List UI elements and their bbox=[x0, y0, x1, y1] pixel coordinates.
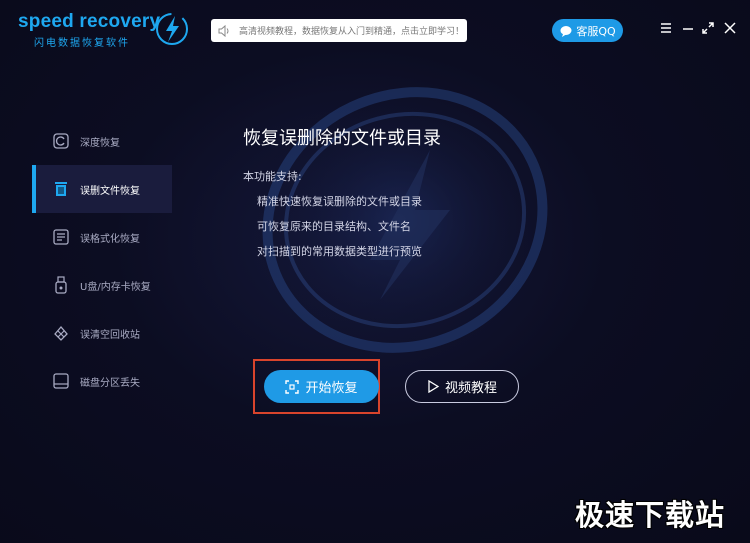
sidebar-item-format-recovery[interactable]: 误格式化恢复 bbox=[32, 213, 172, 261]
feature-item: 精准快速恢复误删除的文件或目录 bbox=[257, 195, 422, 208]
usb-icon bbox=[55, 276, 67, 294]
trash-icon bbox=[55, 182, 67, 196]
deep-scan-icon bbox=[53, 133, 69, 149]
chat-bubble-icon bbox=[560, 25, 572, 37]
play-icon bbox=[428, 380, 439, 393]
sidebar-item-label: 深度恢复 bbox=[80, 137, 120, 149]
qq-label: 客服QQ bbox=[576, 24, 616, 38]
sidebar-item-label: 误清空回收站 bbox=[80, 329, 140, 341]
sidebar-item-label: 误格式化恢复 bbox=[80, 233, 140, 245]
scan-frame-icon bbox=[285, 379, 300, 394]
speaker-icon bbox=[218, 24, 229, 37]
maximize-icon[interactable] bbox=[700, 20, 716, 36]
menu-icon[interactable] bbox=[658, 20, 674, 36]
sidebar-item-label: 磁盘分区丢失 bbox=[80, 377, 140, 389]
app-window: speed recovery 闪电数据恢复软件 高清视频教程，数据恢复从入门到精… bbox=[0, 0, 750, 543]
sidebar-item-label: 误删文件恢复 bbox=[80, 185, 140, 197]
sidebar-item-partition-lost[interactable]: 磁盘分区丢失 bbox=[32, 357, 172, 405]
site-watermark: 极速下载站 bbox=[575, 498, 726, 532]
customer-service-qq-button[interactable]: 客服QQ bbox=[552, 19, 623, 42]
close-icon[interactable] bbox=[722, 20, 738, 36]
title-bar: speed recovery 闪电数据恢复软件 高清视频教程，数据恢复从入门到精… bbox=[0, 0, 750, 60]
start-recovery-label: 开始恢复 bbox=[305, 381, 358, 396]
sidebar-item-recycle-bin[interactable]: 误清空回收站 bbox=[32, 309, 172, 357]
feature-item: 对扫描到的常用数据类型进行预览 bbox=[257, 245, 422, 258]
feature-item: 可恢复原来的目录结构、文件名 bbox=[257, 220, 411, 233]
notice-text: 高清视频教程，数据恢复从入门到精通，点击立即学习！ bbox=[239, 27, 465, 37]
lightning-logo-icon bbox=[156, 13, 188, 45]
recycle-icon bbox=[54, 326, 68, 341]
start-recovery-button[interactable]: 开始恢复 bbox=[264, 370, 379, 403]
format-disk-icon bbox=[53, 229, 69, 245]
sidebar-item-deep-recovery[interactable]: 深度恢复 bbox=[32, 117, 172, 165]
support-label: 本功能支持: bbox=[243, 170, 302, 183]
partition-icon bbox=[53, 373, 69, 389]
logo-subtitle: 闪电数据恢复软件 bbox=[34, 38, 130, 49]
page-title: 恢复误删除的文件或目录 bbox=[243, 128, 441, 149]
sidebar-nav: 深度恢复 误删文件恢复 误格式化恢复 U盘/内存卡恢复 误清空回收站 磁盘分区丢… bbox=[32, 117, 172, 405]
notice-bar[interactable]: 高清视频教程，数据恢复从入门到精通，点击立即学习！ bbox=[211, 19, 467, 42]
app-logo: speed recovery 闪电数据恢复软件 bbox=[14, 9, 190, 49]
sidebar-item-deleted-files[interactable]: 误删文件恢复 bbox=[32, 165, 172, 213]
logo-text: speed recovery bbox=[18, 11, 161, 32]
minimize-icon[interactable] bbox=[680, 20, 696, 36]
video-tutorial-label: 视频教程 bbox=[444, 381, 497, 396]
sidebar-item-label: U盘/内存卡恢复 bbox=[80, 281, 151, 293]
sidebar-item-usb-recovery[interactable]: U盘/内存卡恢复 bbox=[32, 261, 172, 309]
video-tutorial-button[interactable]: 视频教程 bbox=[405, 370, 519, 403]
